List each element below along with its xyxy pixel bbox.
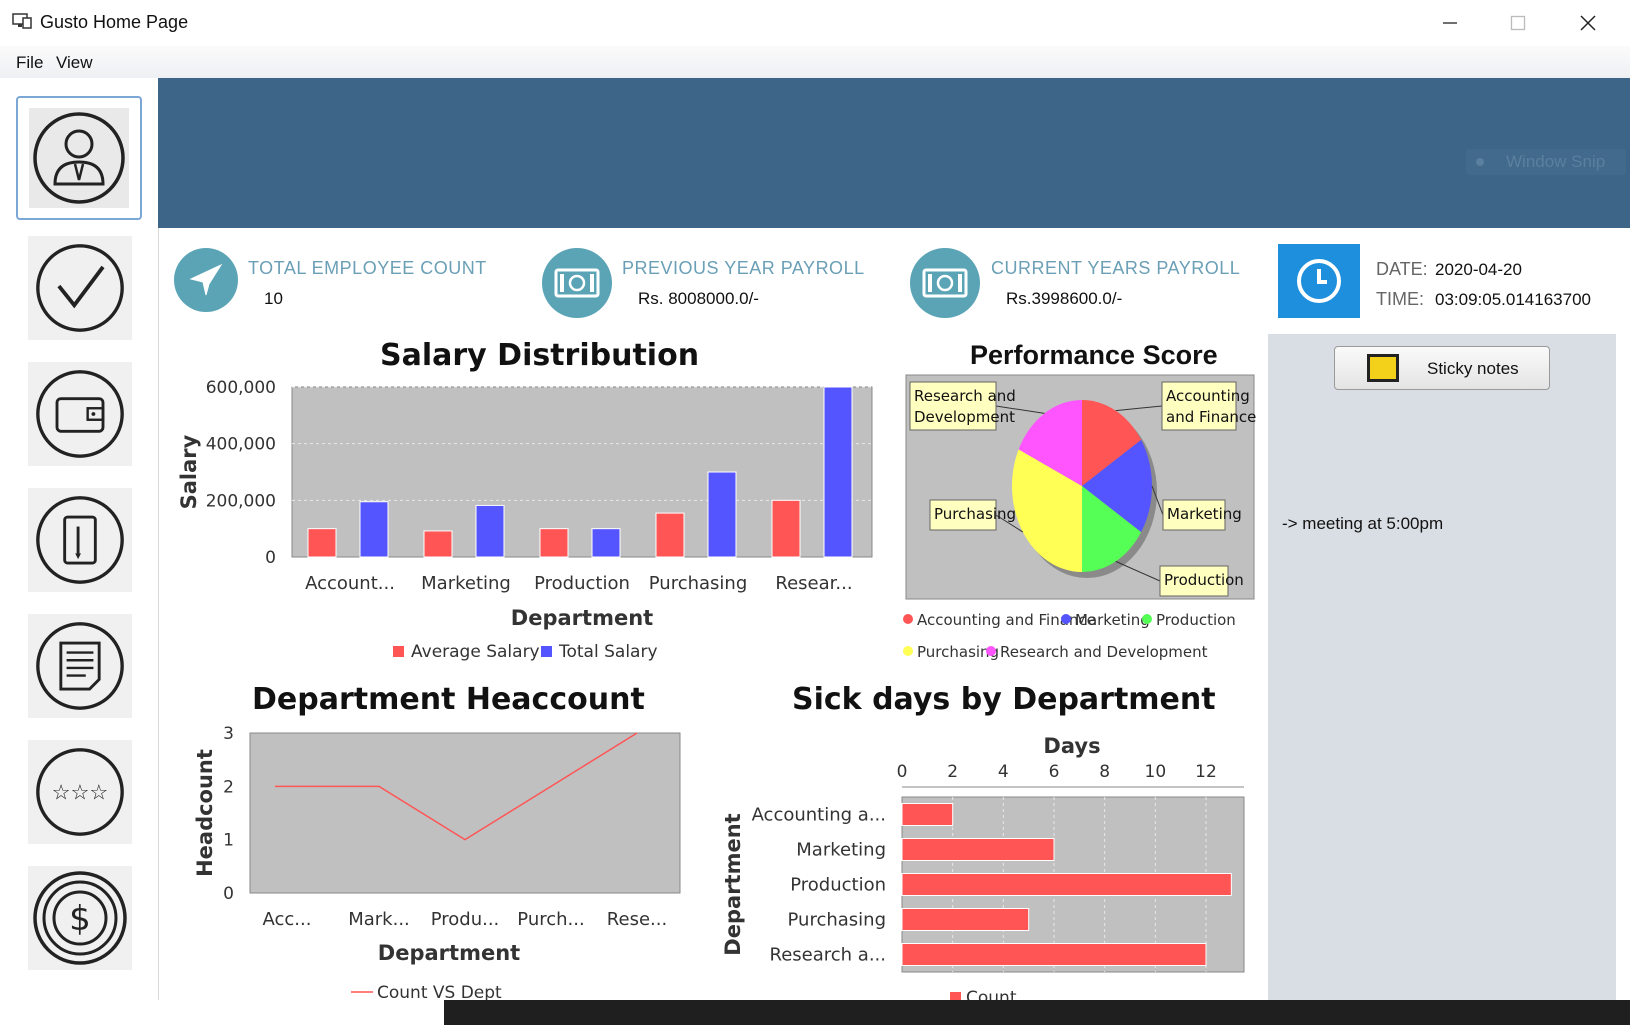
headcount-ytick: 2: [223, 777, 234, 797]
salary-bar: [423, 530, 453, 558]
sickdays-xtick: 6: [1049, 762, 1060, 782]
headcount-ytick: 0: [223, 884, 234, 904]
salary-bar: [707, 471, 737, 558]
sickdays-legend-swatch: [950, 992, 961, 1000]
charts-layer: 0 200,000 400,000 600,000 Account... Marketin…: [177, 374, 1256, 1000]
sickdays-ytick: Research a...: [770, 945, 886, 966]
headcount-xtick: Rese...: [607, 909, 667, 930]
pie-callout-label: Development: [914, 408, 1015, 426]
salary-xtick: Production: [534, 573, 630, 594]
salary-legend-swatch: [393, 646, 404, 657]
salary-bar: [771, 499, 801, 558]
pie-callout-label: Research and: [914, 387, 1016, 405]
sickdays-ylabel: Department: [721, 813, 745, 955]
pie-legend-swatch: [1142, 614, 1152, 624]
pie-legend-swatch: [1061, 614, 1071, 624]
sickdays-bar: [901, 838, 1055, 861]
salary-xtick: Account...: [305, 573, 395, 594]
pie-legend-label: Production: [1156, 611, 1236, 629]
sickdays-bar: [901, 943, 1207, 966]
sickdays-bar: [901, 803, 954, 826]
salary-xtick: Purchasing: [649, 573, 748, 594]
pie-legend-swatch: [903, 614, 913, 624]
sickdays-ytick: Purchasing: [788, 910, 887, 931]
salary-bar: [591, 528, 621, 558]
headcount-ytick: 3: [223, 724, 234, 744]
salary-legend-label: Total Salary: [558, 642, 658, 662]
salary-xlabel: Department: [511, 606, 653, 630]
headcount-xtick: Mark...: [348, 909, 410, 930]
salary-bar: [359, 501, 389, 558]
salary-xtick: Resear...: [775, 573, 852, 594]
headcount-ytick: 1: [223, 831, 234, 851]
pie-callout-label: Marketing: [1167, 505, 1242, 523]
sickdays-xtick: 2: [947, 762, 958, 782]
headcount-xtick: Purch...: [517, 909, 584, 930]
sickdays-xtick: 4: [998, 762, 1009, 782]
salary-bar: [307, 528, 337, 558]
sickdays-ytick: Accounting a...: [752, 805, 886, 826]
salary-ytick: 0: [265, 548, 276, 568]
headcount-xtick: Acc...: [263, 909, 312, 930]
salary-ytick: 200,000: [206, 491, 276, 511]
salary-ytick: 400,000: [206, 435, 276, 455]
pie-callout-label: Purchasing: [934, 505, 1016, 523]
sickdays-xtick: 8: [1099, 762, 1110, 782]
pie-callout-label: Production: [1164, 571, 1244, 589]
sickdays-ytick: Marketing: [796, 840, 886, 861]
pie-legend-label: Research and Development: [1000, 643, 1208, 661]
headcount-ylabel: Headcount: [193, 749, 217, 877]
headcount-legend-label: Count VS Dept: [377, 983, 502, 1000]
salary-bar: [655, 512, 685, 558]
salary-bar: [475, 504, 505, 558]
pie-callout-label: and Finance: [1166, 408, 1256, 426]
salary-ylabel: Salary: [177, 434, 201, 509]
salary-legend-swatch: [541, 646, 552, 657]
sickdays-legend-label: Count: [966, 988, 1017, 1000]
pie-legend-swatch: [903, 646, 913, 656]
sickdays-xtick: 10: [1145, 762, 1167, 782]
pie-callout-label: Accounting: [1166, 387, 1250, 405]
sickdays-ytick: Production: [790, 875, 886, 896]
pie-legend-label: Marketing: [1075, 611, 1150, 629]
sickdays-bar: [901, 908, 1030, 931]
sickdays-bar: [901, 873, 1232, 896]
pie-legend-swatch: [986, 646, 996, 656]
salary-ytick: 600,000: [206, 378, 276, 398]
sickdays-xtick: 0: [897, 762, 908, 782]
sickdays-xtick: 12: [1195, 762, 1217, 782]
headcount-plot-area: [249, 732, 681, 894]
salary-xtick: Marketing: [421, 573, 511, 594]
sickdays-xlabel: Days: [1043, 734, 1100, 758]
salary-bar: [823, 386, 853, 558]
headcount-xtick: Produ...: [431, 909, 500, 930]
salary-bar: [539, 528, 569, 558]
headcount-xlabel: Department: [378, 941, 520, 965]
salary-legend-label: Average Salary: [411, 642, 540, 662]
taskbar-search-area[interactable]: [0, 1000, 444, 1025]
